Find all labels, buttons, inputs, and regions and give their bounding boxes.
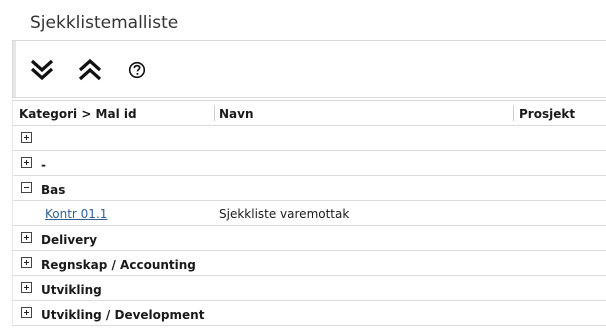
expand-icon[interactable] — [21, 282, 32, 293]
double-chevron-up-icon — [78, 58, 102, 81]
expand-icon[interactable] — [21, 132, 32, 143]
group-row[interactable]: Utvikling / Development — [13, 301, 606, 326]
collapse-icon[interactable] — [21, 182, 32, 193]
table-header: Kategori > Mal id Navn Prosjekt — [13, 101, 606, 126]
group-label: Utvikling / Development — [41, 308, 205, 322]
page-title: Sjekklistemalliste — [30, 13, 179, 33]
group-row[interactable]: Delivery — [13, 226, 606, 251]
column-divider[interactable] — [513, 105, 514, 121]
table-row[interactable]: Kontr 01.1 Sjekkliste varemottak — [13, 201, 606, 226]
collapse-all-button[interactable] — [73, 55, 107, 85]
group-row[interactable]: - — [13, 151, 606, 176]
group-label: Delivery — [41, 233, 98, 247]
column-header-project[interactable]: Prosjekt — [519, 107, 575, 121]
help-button[interactable] — [120, 55, 154, 85]
expand-all-button[interactable] — [25, 55, 59, 85]
column-header-name[interactable]: Navn — [219, 107, 254, 121]
group-label: - — [41, 158, 46, 172]
column-divider[interactable] — [214, 105, 215, 121]
group-row[interactable]: Utvikling — [13, 276, 606, 301]
expand-icon[interactable] — [21, 257, 32, 268]
template-id-link[interactable]: Kontr 01.1 — [45, 207, 107, 221]
toolbar — [12, 40, 606, 98]
template-name: Sjekkliste varemottak — [219, 207, 350, 221]
checklist-template-table: Kategori > Mal id Navn Prosjekt - Bas Ko… — [12, 100, 606, 326]
group-row[interactable]: Bas — [13, 176, 606, 201]
expand-icon[interactable] — [21, 232, 32, 243]
group-row[interactable] — [13, 126, 606, 151]
group-label: Utvikling — [41, 283, 102, 297]
double-chevron-down-icon — [30, 59, 54, 81]
group-label: Regnskap / Accounting — [41, 258, 196, 272]
group-row[interactable]: Regnskap / Accounting — [13, 251, 606, 276]
expand-icon[interactable] — [21, 157, 32, 168]
expand-icon[interactable] — [21, 307, 32, 318]
help-icon — [128, 61, 146, 79]
column-header-category[interactable]: Kategori > Mal id — [19, 107, 137, 121]
group-label: Bas — [41, 183, 66, 197]
